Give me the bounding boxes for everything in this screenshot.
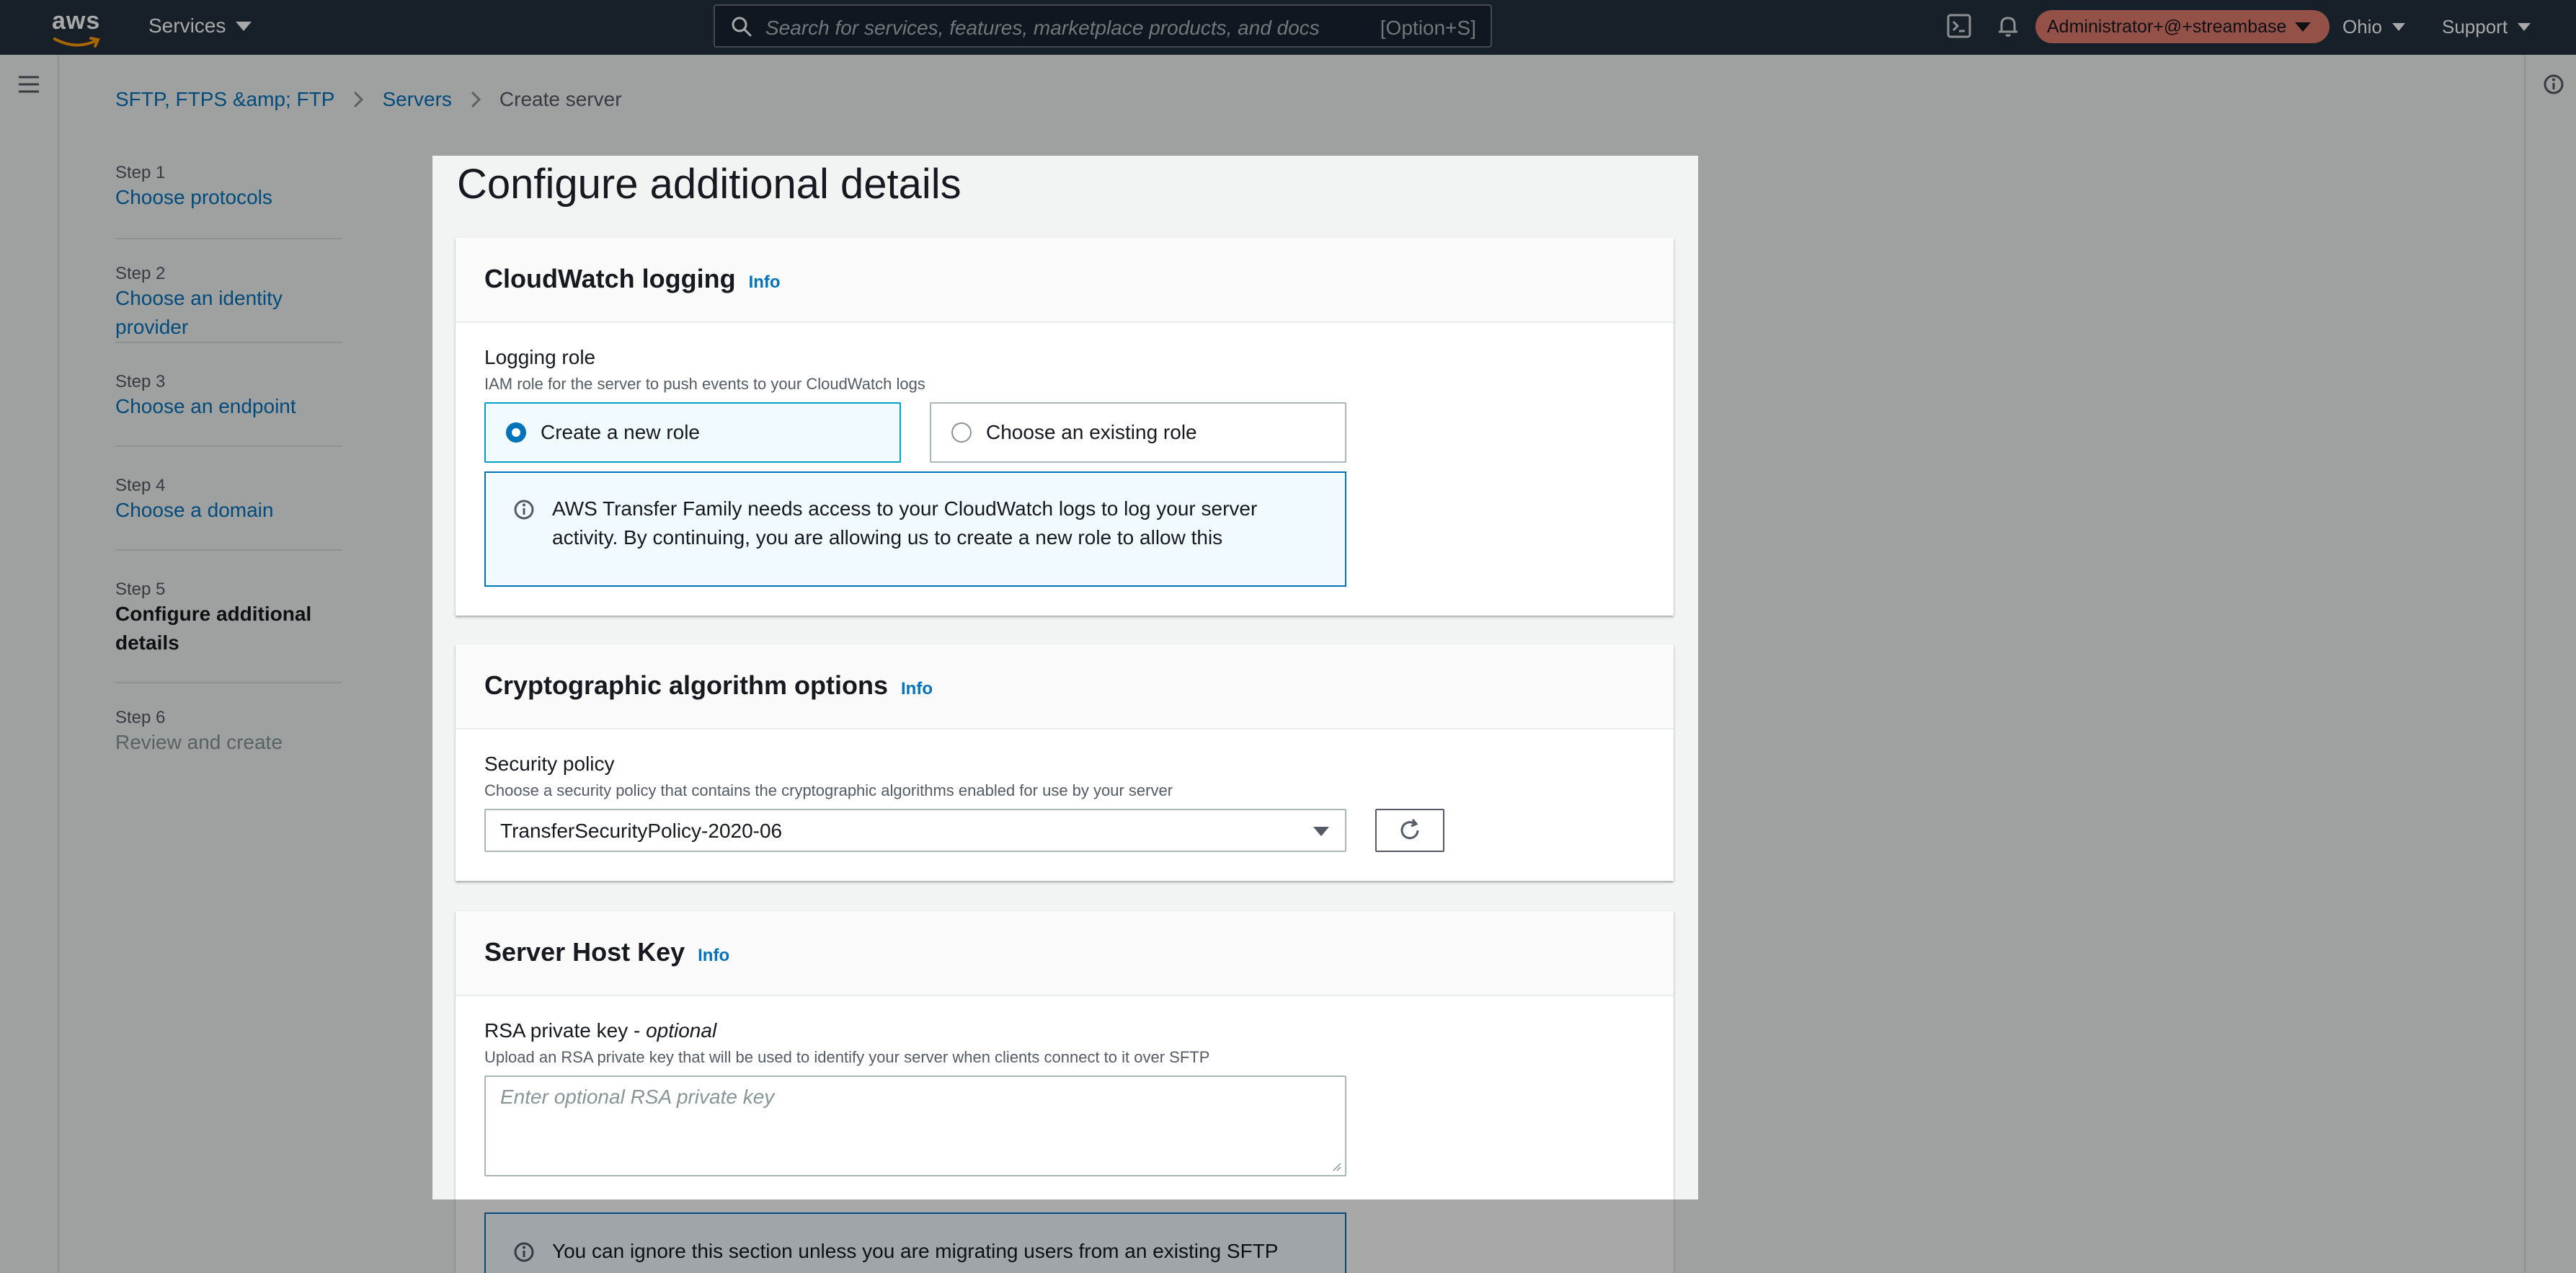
panel-header: Server Host Key Info <box>456 911 1674 996</box>
rsa-private-key-textarea[interactable]: Enter optional RSA private key <box>484 1075 1346 1176</box>
radio-choose-existing-role[interactable]: Choose an existing role <box>930 402 1346 463</box>
crypto-info-link[interactable]: Info <box>901 679 933 698</box>
resize-grip-icon[interactable] <box>1332 1162 1342 1172</box>
modal-dim-overlay <box>0 156 432 1199</box>
panel-title: Cryptographic algorithm options Info <box>484 670 933 701</box>
hostkey-info-link[interactable]: Info <box>698 946 729 965</box>
logging-role-label: Logging role <box>484 346 596 368</box>
radio-label: Create a new role <box>541 421 701 443</box>
cloudwatch-logging-panel: CloudWatch logging Info Logging role IAM … <box>456 238 1674 616</box>
optional-tag: optional <box>646 1019 717 1042</box>
cloudwatch-title: CloudWatch logging <box>484 264 736 293</box>
panel-title: CloudWatch logging Info <box>484 264 781 294</box>
rsa-private-key-description: Upload an RSA private key that will be u… <box>484 1048 1210 1066</box>
security-policy-description: Choose a security policy that contains t… <box>484 781 1173 799</box>
security-policy-label: Security policy <box>484 753 615 775</box>
modal-dim-overlay <box>1698 156 2576 1199</box>
page-title: Configure additional details <box>457 161 961 208</box>
security-policy-value: TransferSecurityPolicy-2020-06 <box>500 820 783 842</box>
rsa-private-key-label: RSA private key - optional <box>484 1019 716 1042</box>
panel-title: Server Host Key Info <box>484 937 729 967</box>
panel-header: Cryptographic algorithm options Info <box>456 644 1674 729</box>
cloudwatch-info-alert: AWS Transfer Family needs access to your… <box>484 471 1346 587</box>
crypto-title: Cryptographic algorithm options <box>484 670 889 700</box>
hostkey-title: Server Host Key <box>484 937 685 967</box>
refresh-policies-button[interactable] <box>1375 809 1444 852</box>
cryptographic-options-panel: Cryptographic algorithm options Info Secu… <box>456 644 1674 881</box>
info-circle-icon <box>514 500 534 520</box>
modal-dim-overlay <box>0 0 2576 156</box>
logging-role-description: IAM role for the server to push events t… <box>484 375 925 393</box>
cloudwatch-info-link[interactable]: Info <box>749 272 781 292</box>
radio-unselected-icon <box>951 422 972 443</box>
refresh-icon <box>1400 819 1419 840</box>
alert-text: AWS Transfer Family needs access to your… <box>552 497 1258 549</box>
caret-down-icon <box>1313 827 1329 836</box>
modal-dim-overlay <box>0 1199 2576 1273</box>
radio-selected-icon <box>506 422 526 443</box>
main-content: Configure additional details CloudWatch … <box>432 156 1698 1273</box>
textarea-placeholder: Enter optional RSA private key <box>500 1086 775 1108</box>
rsa-key-label-text: RSA private key - <box>484 1019 647 1042</box>
panel-header: CloudWatch logging Info <box>456 238 1674 323</box>
radio-create-new-role[interactable]: Create a new role <box>484 402 901 463</box>
security-policy-select[interactable]: TransferSecurityPolicy-2020-06 <box>484 809 1346 852</box>
radio-label: Choose an existing role <box>986 421 1197 443</box>
